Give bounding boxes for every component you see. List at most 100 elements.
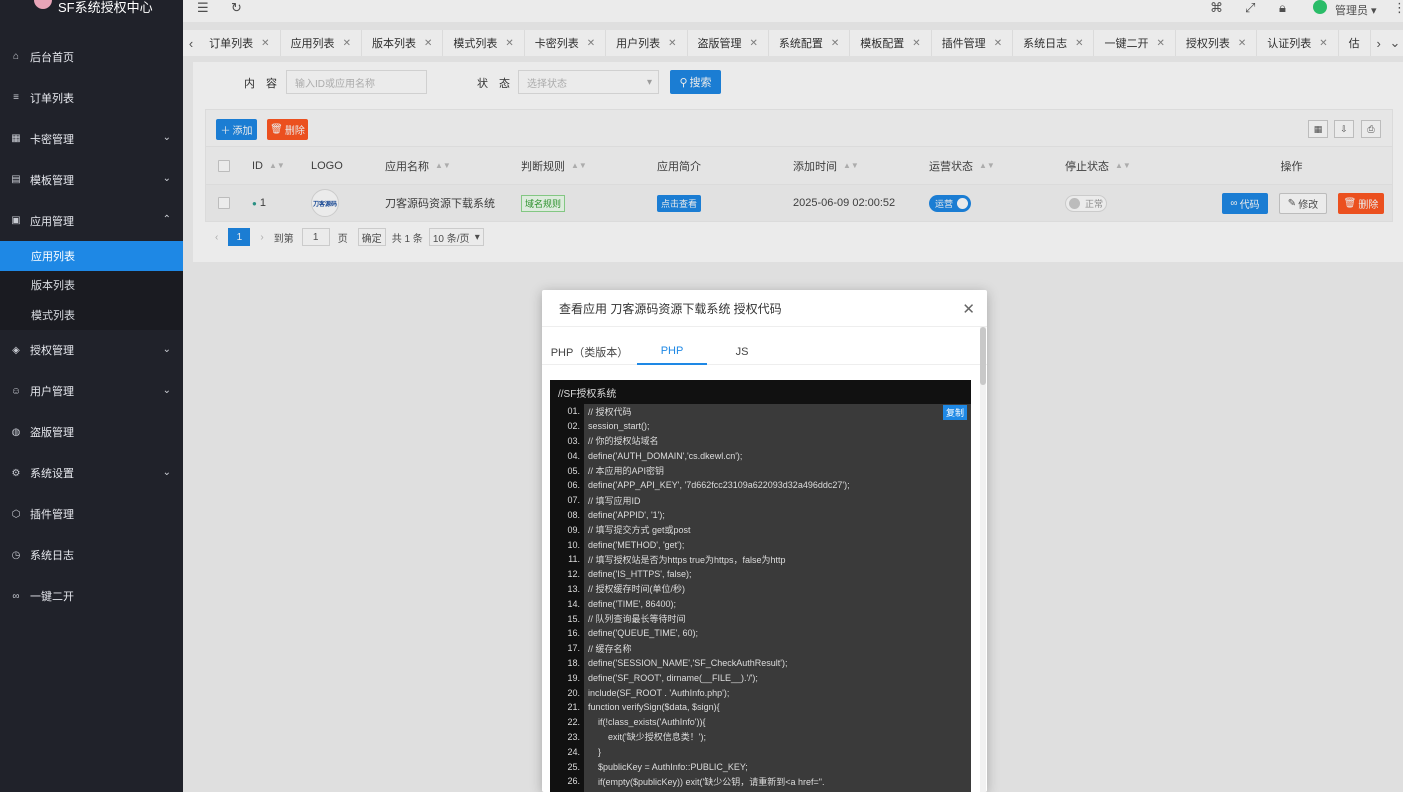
plugin-icon: ⬡	[11, 508, 21, 520]
sidebar-item-items2-5[interactable]: ◷ 系统日志	[0, 535, 183, 576]
app-title: SF系统授权中心	[58, 0, 153, 15]
sidebar-menu: ⌂ 后台首页 ≡ 订单列表 ▦ 卡密管理 ⌄ ▤ 模板管理 ⌄ ▣ 应用管理 ⌃ 应用列表 版本列表 模式列表…	[0, 36, 183, 617]
line-number: 13.	[567, 583, 580, 594]
code-line: 15. // 队列查询最长等待时间	[550, 611, 971, 626]
sidebar-item-label: 模板管理	[30, 174, 74, 187]
code-line: 14. define('TIME', 86400);	[550, 596, 971, 611]
line-content: // 授权缓存时间(单位/秒)	[588, 584, 685, 595]
line-number: 02.	[567, 421, 580, 432]
line-content: exit('缺少授权信息类！');	[588, 732, 706, 743]
link-icon: ∞	[12, 590, 20, 602]
line-number: 26.	[567, 776, 580, 787]
sidebar-item-label: 应用管理	[30, 215, 74, 228]
code-line: 12. define('IS_HTTPS', false);	[550, 567, 971, 582]
line-content: define('TIME', 86400);	[588, 598, 676, 609]
line-content: $publicKey = AuthInfo::PUBLIC_KEY;	[588, 761, 748, 772]
line-number: 17.	[567, 643, 580, 654]
sidebar-subitem-2[interactable]: 模式列表	[0, 300, 183, 330]
line-number: 06.	[567, 480, 580, 491]
line-number: 11.	[568, 554, 580, 565]
code-line: 25. $publicKey = AuthInfo::PUBLIC_KEY;	[550, 759, 971, 774]
line-content: define('APPID', '1');	[588, 509, 665, 520]
sidebar-item-items2-4[interactable]: ⬡ 插件管理	[0, 494, 183, 535]
line-number: 16.	[567, 628, 580, 639]
sidebar-item-items-4[interactable]: ▣ 应用管理 ⌃	[0, 200, 183, 241]
sidebar-item-items2-0[interactable]: ◈ 授权管理 ⌄	[0, 330, 183, 371]
line-number: 08.	[567, 509, 580, 520]
sidebar-item-items2-2[interactable]: ◍ 盗版管理	[0, 412, 183, 453]
globe-icon: ◍	[11, 426, 21, 438]
sidebar-item-items2-3[interactable]: ⚙ 系统设置 ⌄	[0, 453, 183, 494]
line-number: 03.	[567, 435, 580, 446]
line-number: 20.	[567, 687, 580, 698]
sidebar-item-label: 系统日志	[30, 550, 74, 562]
grid-icon: ▦	[11, 133, 21, 144]
sidebar-item-items2-1[interactable]: ☺ 用户管理 ⌄	[0, 371, 183, 412]
code-line: 13. // 授权缓存时间(单位/秒)	[550, 582, 971, 597]
chevron-down-icon: ⌄	[162, 173, 171, 184]
sidebar-subitem-1[interactable]: 版本列表	[0, 271, 183, 301]
sidebar-item-label: 一键二开	[30, 591, 74, 603]
shield-icon: ◈	[12, 344, 20, 356]
line-content: session_start();	[588, 421, 650, 432]
code-line: 17. // 缓存名称	[550, 641, 971, 656]
sidebar-item-label: 系统设置	[30, 468, 74, 480]
line-number: 04.	[567, 450, 580, 461]
code-line: 09. // 填写提交方式 get或post	[550, 522, 971, 537]
sidebar-item-items-2[interactable]: ▦ 卡密管理 ⌄	[0, 118, 183, 159]
line-number: 10.	[567, 539, 580, 550]
line-number: 19.	[567, 672, 580, 683]
code-line: 10. define('METHOD', 'get');	[550, 537, 971, 552]
code-line: 20. include(SF_ROOT . 'AuthInfo.php');	[550, 685, 971, 700]
line-content: if(empty($publicKey)) exit('缺少公钥，请重新到<a …	[588, 776, 825, 787]
sidebar-item-label: 订单列表	[30, 92, 74, 105]
sidebar-subitem-0[interactable]: 应用列表	[0, 241, 183, 271]
line-content: define('IS_HTTPS', false);	[588, 569, 692, 580]
line-number: 01.	[567, 406, 580, 417]
line-content: define('AUTH_DOMAIN','cs.dkewl.cn');	[588, 450, 743, 461]
code-header: //SF授权系统	[558, 388, 617, 400]
tab-php[interactable]: PHP	[637, 338, 707, 365]
list-icon: ≡	[13, 92, 19, 103]
sidebar-item-label: 用户管理	[30, 386, 74, 398]
line-content: // 你的授权站域名	[588, 436, 659, 447]
user-icon: ☺	[10, 385, 22, 397]
modal-scrollbar[interactable]	[980, 327, 986, 792]
line-number: 14.	[567, 598, 580, 609]
code-line: 16. define('QUEUE_TIME', 60);	[550, 626, 971, 641]
close-icon[interactable]: ✕	[962, 300, 975, 318]
tab-php-class[interactable]: PHP（类版本）	[542, 338, 637, 365]
line-content: define('QUEUE_TIME', 60);	[588, 628, 698, 639]
line-content: // 填写应用ID	[588, 495, 641, 506]
auth-code-modal: 查看应用 刀客源码资源下载系统 授权代码 ✕ PHP（类版本） PHP JS /…	[542, 290, 987, 792]
modal-header: 查看应用 刀客源码资源下载系统 授权代码 ✕	[542, 290, 987, 327]
line-number: 21.	[567, 702, 580, 713]
code-line: 24. }	[550, 744, 971, 759]
sidebar-item-items-3[interactable]: ▤ 模板管理 ⌄	[0, 159, 183, 200]
code-line: 21. function verifySign($data, $sign){	[550, 700, 971, 715]
code-line: 22. if(!class_exists('AuthInfo')){	[550, 715, 971, 730]
line-content: // 本应用的API密钥	[588, 466, 665, 477]
line-content: // 缓存名称	[588, 643, 632, 654]
chevron-down-icon: ⌄	[162, 466, 171, 478]
gear-icon: ⚙	[11, 467, 21, 479]
code-line: 01. // 授权代码	[550, 404, 971, 419]
line-number: 22.	[567, 717, 580, 728]
line-number: 25.	[567, 761, 580, 772]
template-icon: ▤	[11, 174, 21, 185]
scrollbar-thumb[interactable]	[980, 327, 986, 385]
line-content: }	[588, 746, 602, 757]
sidebar-item-items2-6[interactable]: ∞ 一键二开	[0, 576, 183, 617]
code-line: 07. // 填写应用ID	[550, 493, 971, 508]
line-content: if(!class_exists('AuthInfo')){	[588, 717, 706, 728]
app-logo: SF系统授权中心	[0, 0, 183, 15]
line-content: // 填写授权站是否为https true为https，false为http	[588, 554, 786, 565]
sidebar-item-items-1[interactable]: ≡ 订单列表	[0, 77, 183, 118]
line-number: 15.	[567, 613, 580, 624]
code-line: 18. define('SESSION_NAME','SF_CheckAuthRe…	[550, 656, 971, 671]
line-content: // 填写提交方式 get或post	[588, 525, 691, 536]
tab-js[interactable]: JS	[707, 338, 777, 365]
code-line: 05. // 本应用的API密钥	[550, 463, 971, 478]
code-line: 23. exit('缺少授权信息类！');	[550, 730, 971, 745]
sidebar-item-items-0[interactable]: ⌂ 后台首页	[0, 36, 183, 77]
